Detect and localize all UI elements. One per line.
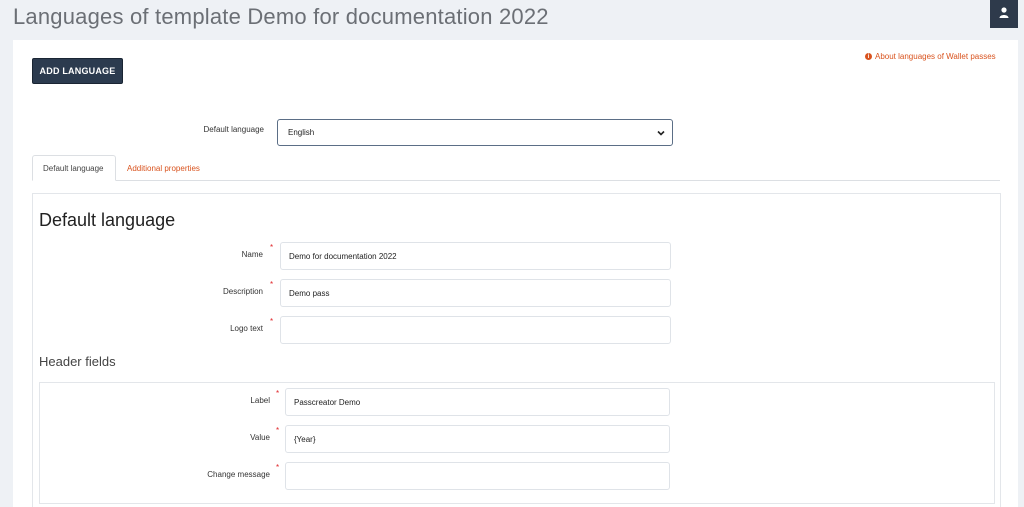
main-card: ADD LANGUAGE i About languages of Wallet…: [13, 40, 1018, 507]
header-fields-panel: Label * Passcreator Demo Value * {Year} …: [39, 382, 995, 504]
required-marker: *: [276, 463, 280, 472]
required-marker: *: [270, 317, 274, 326]
header-value-label: Value: [250, 433, 270, 442]
logo-text-field[interactable]: [280, 316, 671, 344]
change-message-field[interactable]: [285, 462, 670, 490]
page-title: Languages of template Demo for documenta…: [13, 4, 549, 29]
header-fields-title: Header fields: [39, 354, 116, 369]
default-language-panel: Default language Name * Demo for documen…: [32, 193, 1001, 507]
tab-additional-properties[interactable]: Additional properties: [117, 155, 210, 181]
tab-bar: Default language Additional properties: [32, 155, 1000, 181]
user-menu-button[interactable]: [990, 0, 1018, 28]
add-language-button[interactable]: ADD LANGUAGE: [32, 58, 123, 84]
about-languages-label: About languages of Wallet passes: [875, 52, 996, 61]
header-label-label: Label: [250, 396, 270, 405]
change-message-label: Change message: [207, 470, 270, 479]
description-field[interactable]: Demo pass: [280, 279, 671, 307]
header-label-field[interactable]: Passcreator Demo: [285, 388, 670, 416]
required-marker: *: [270, 243, 274, 252]
required-marker: *: [270, 280, 274, 289]
default-language-label: Default language: [203, 125, 265, 134]
chevron-down-icon: [656, 128, 666, 138]
name-field-value: Demo for documentation 2022: [289, 251, 397, 261]
header-value-field-value: {Year}: [294, 434, 316, 444]
description-label: Description: [222, 287, 263, 296]
header-label-field-value: Passcreator Demo: [294, 397, 361, 407]
section-title: Default language: [39, 210, 176, 230]
required-marker: *: [276, 426, 280, 435]
tab-default-language[interactable]: Default language: [32, 155, 116, 181]
description-field-value: Demo pass: [289, 288, 330, 298]
name-field[interactable]: Demo for documentation 2022: [280, 242, 671, 270]
user-icon: [999, 5, 1009, 23]
logo-text-label: Logo text: [230, 324, 263, 333]
info-icon: i: [865, 53, 872, 60]
required-marker: *: [276, 389, 280, 398]
default-language-select[interactable]: English: [277, 119, 673, 146]
default-language-selected-value: English: [288, 128, 315, 137]
header-value-field[interactable]: {Year}: [285, 425, 670, 453]
name-label: Name: [241, 250, 263, 259]
about-languages-link[interactable]: i About languages of Wallet passes: [865, 52, 996, 61]
